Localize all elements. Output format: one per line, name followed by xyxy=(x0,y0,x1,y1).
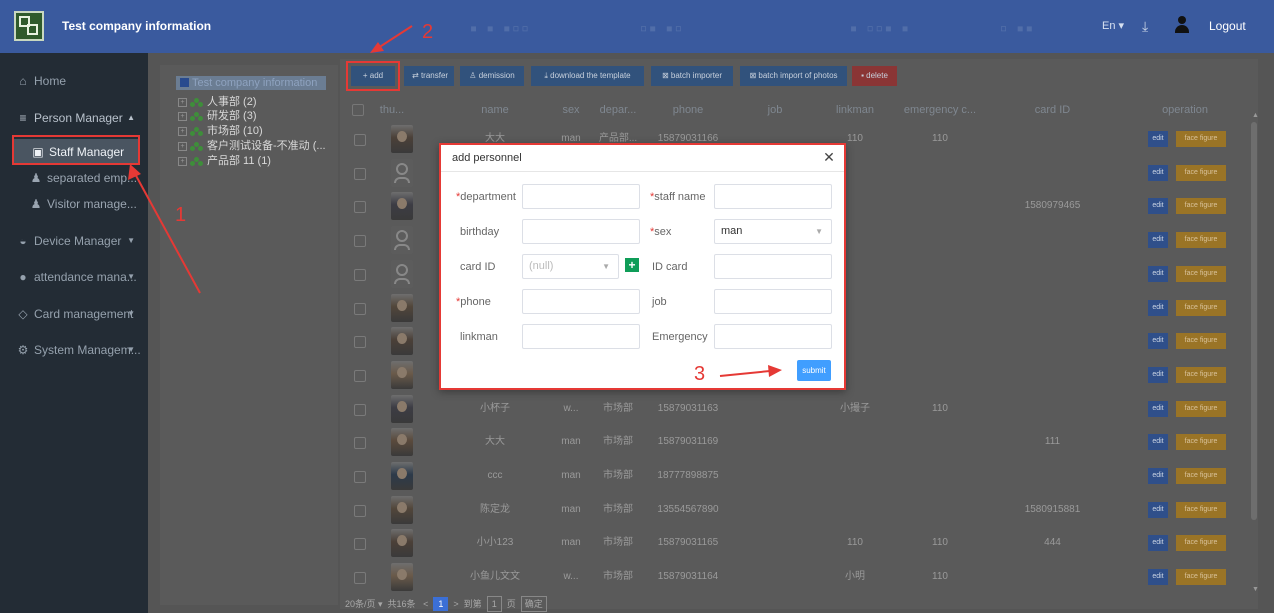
annotation-arrow-2 xyxy=(377,25,413,49)
annotation-arrow-3 xyxy=(719,370,771,377)
annotation-arrows xyxy=(128,25,782,377)
annotation-arrow-1 xyxy=(133,171,201,294)
annotation-arrowhead-2 xyxy=(370,42,384,53)
annotation-arrowhead-3 xyxy=(768,365,782,377)
annotation-arrowhead-1 xyxy=(128,164,141,180)
